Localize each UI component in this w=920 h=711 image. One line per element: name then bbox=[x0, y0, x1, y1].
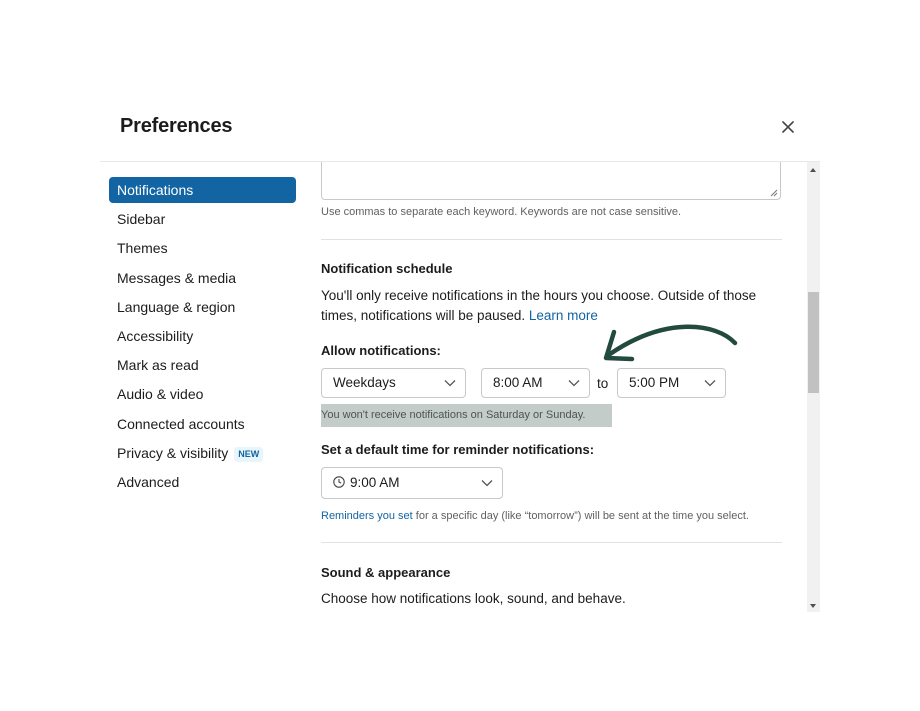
days-select[interactable]: Weekdays bbox=[321, 368, 466, 398]
keywords-hint: Use commas to separate each keyword. Key… bbox=[321, 206, 682, 218]
section-divider bbox=[321, 542, 782, 543]
reminder-time-value: 9:00 AM bbox=[350, 475, 400, 490]
sidebar-item-label: Themes bbox=[117, 240, 168, 257]
learn-more-link[interactable]: Learn more bbox=[529, 308, 598, 323]
section-divider bbox=[321, 239, 782, 240]
chevron-down-icon bbox=[568, 380, 580, 387]
preferences-dialog: Preferences Notifications Sidebar Themes… bbox=[0, 0, 920, 711]
sound-appearance-heading: Sound & appearance bbox=[321, 565, 451, 580]
notification-schedule-heading: Notification schedule bbox=[321, 261, 453, 276]
sidebar-item-connected-accounts[interactable]: Connected accounts bbox=[109, 411, 296, 437]
to-time-select[interactable]: 5:00 PM bbox=[617, 368, 726, 398]
reminder-hint: Reminders you set for a specific day (li… bbox=[321, 510, 749, 522]
sidebar-item-label: Sidebar bbox=[117, 211, 166, 228]
sidebar-item-advanced[interactable]: Advanced bbox=[109, 469, 296, 495]
reminder-hint-text: for a specific day (like “tomorrow”) wil… bbox=[412, 510, 749, 522]
clock-icon bbox=[333, 476, 345, 488]
sound-appearance-description: Choose how notifications look, sound, an… bbox=[321, 591, 626, 606]
resize-grip-icon[interactable] bbox=[770, 189, 778, 197]
dialog-title: Preferences bbox=[120, 115, 233, 137]
sidebar-item-label: Messages & media bbox=[117, 269, 237, 286]
weekend-hint: You won't receive notifications on Satur… bbox=[321, 404, 612, 427]
sidebar-item-label: Connected accounts bbox=[117, 415, 245, 432]
to-label: to bbox=[597, 376, 609, 391]
chevron-down-icon bbox=[704, 380, 716, 387]
allow-notifications-label: Allow notifications: bbox=[321, 343, 441, 358]
reminder-default-heading: Set a default time for reminder notifica… bbox=[321, 442, 595, 457]
sidebar-item-notifications[interactable]: Notifications bbox=[109, 177, 296, 203]
sidebar-item-audio-video[interactable]: Audio & video bbox=[109, 381, 296, 407]
sidebar-item-label: Notifications bbox=[117, 182, 194, 198]
sidebar-item-label: Privacy & visibility bbox=[117, 444, 229, 461]
to-time-value: 5:00 PM bbox=[629, 375, 680, 390]
sidebar-item-messages-media[interactable]: Messages & media bbox=[109, 265, 296, 291]
scroll-down-arrow-icon[interactable] bbox=[810, 604, 816, 608]
new-badge: NEW bbox=[234, 446, 264, 462]
settings-content: Use commas to separate each keyword. Key… bbox=[321, 162, 782, 612]
sidebar-item-mark-as-read[interactable]: Mark as read bbox=[109, 352, 296, 378]
chevron-down-icon bbox=[481, 480, 493, 487]
sidebar-item-themes[interactable]: Themes bbox=[109, 235, 296, 261]
from-time-select[interactable]: 8:00 AM bbox=[481, 368, 590, 398]
close-icon bbox=[782, 121, 794, 133]
keywords-textarea[interactable] bbox=[321, 162, 781, 200]
sidebar-item-label: Audio & video bbox=[117, 386, 204, 403]
sidebar-item-label: Mark as read bbox=[117, 357, 199, 374]
days-select-value: Weekdays bbox=[333, 375, 396, 390]
sidebar-item-label: Accessibility bbox=[117, 327, 194, 344]
reminders-you-set-link[interactable]: Reminders you set bbox=[321, 510, 413, 522]
reminder-time-select[interactable]: 9:00 AM bbox=[321, 467, 503, 499]
sidebar-item-accessibility[interactable]: Accessibility bbox=[109, 323, 296, 349]
content-scrollbar[interactable] bbox=[807, 162, 820, 612]
scroll-up-arrow-icon[interactable] bbox=[810, 168, 816, 172]
close-button[interactable] bbox=[778, 117, 798, 137]
scroll-thumb[interactable] bbox=[808, 292, 819, 393]
sidebar-nav: Notifications Sidebar Themes Messages & … bbox=[109, 177, 296, 498]
sidebar-item-label: Advanced bbox=[117, 473, 180, 490]
sidebar-item-label: Language & region bbox=[117, 298, 236, 315]
from-time-value: 8:00 AM bbox=[493, 375, 543, 390]
annotation-arrow-icon bbox=[603, 324, 738, 362]
sidebar-item-privacy-visibility[interactable]: Privacy & visibility NEW bbox=[109, 440, 296, 466]
sidebar-item-language-region[interactable]: Language & region bbox=[109, 294, 296, 320]
sidebar-item-sidebar[interactable]: Sidebar bbox=[109, 206, 296, 232]
chevron-down-icon bbox=[444, 380, 456, 387]
